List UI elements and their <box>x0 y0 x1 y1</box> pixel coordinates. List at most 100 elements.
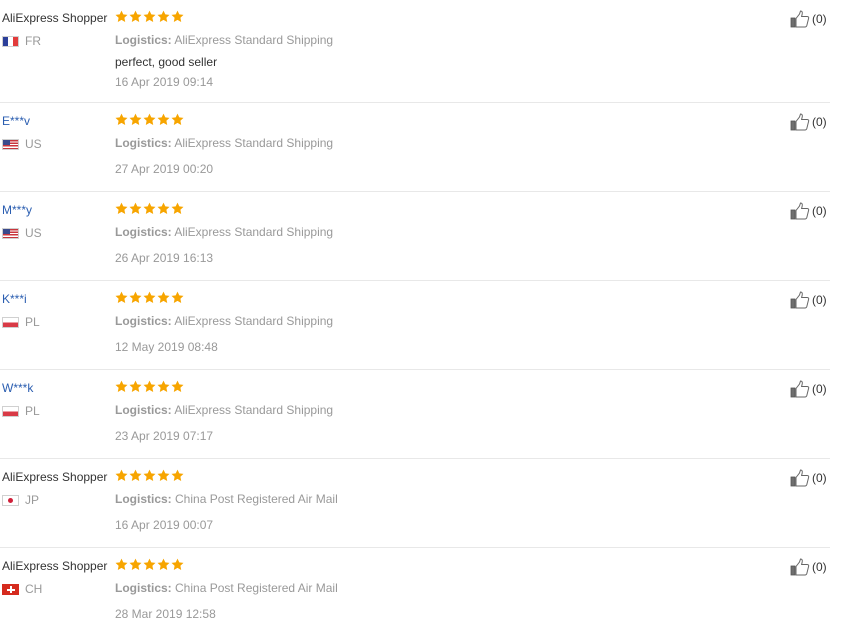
logistics-label: Logistics: <box>115 225 172 239</box>
reviewer-country: PL <box>2 315 40 329</box>
country-flag-icon <box>2 494 19 506</box>
reviewer: AliExpress Shopper <box>2 469 107 485</box>
country-flag-icon <box>2 35 19 47</box>
review-date: 27 Apr 2019 00:20 <box>115 162 214 176</box>
thumbs-up-icon[interactable] <box>790 202 810 220</box>
star-rating <box>115 10 333 24</box>
logistics-method: AliExpress Standard Shipping <box>174 33 334 47</box>
review-date: 12 May 2019 08:48 <box>115 340 218 354</box>
helpful-button[interactable]: (0) <box>790 10 827 28</box>
helpful-button[interactable]: (0) <box>790 291 827 309</box>
country-flag-icon <box>2 227 19 239</box>
country-code: US <box>25 137 42 151</box>
logistics-label: Logistics: <box>115 492 172 506</box>
country-flag-icon <box>2 405 19 417</box>
star-icon <box>171 113 184 125</box>
reviewer: AliExpress Shopper <box>2 10 107 26</box>
review-date: 23 Apr 2019 07:17 <box>115 429 214 443</box>
star-icon <box>157 10 170 22</box>
review-date: 28 Mar 2019 12:58 <box>115 607 216 621</box>
star-icon <box>129 202 142 214</box>
helpful-count[interactable]: (0) <box>812 382 827 396</box>
logistics-method: AliExpress Standard Shipping <box>174 314 334 328</box>
star-rating <box>115 469 338 483</box>
logistics-label: Logistics: <box>115 581 172 595</box>
star-icon <box>171 469 184 481</box>
reviewer-name[interactable]: M***y <box>2 203 32 217</box>
helpful-count[interactable]: (0) <box>812 560 827 574</box>
country-code: CH <box>25 582 43 596</box>
star-icon <box>143 469 156 481</box>
review-item: AliExpress Shopper FR Logistics: AliExpr… <box>0 0 830 103</box>
review-item: AliExpress Shopper JP Logistics: China P… <box>0 459 830 548</box>
star-icon <box>171 558 184 570</box>
helpful-button[interactable]: (0) <box>790 380 827 398</box>
star-rating <box>115 380 333 394</box>
thumbs-up-icon[interactable] <box>790 469 810 487</box>
helpful-count[interactable]: (0) <box>812 115 827 129</box>
reviewer-country: CH <box>2 582 42 596</box>
country-flag-icon <box>2 138 19 150</box>
reviewer: AliExpress Shopper <box>2 558 107 574</box>
star-rating <box>115 202 333 216</box>
star-icon <box>129 113 142 125</box>
star-icon <box>129 10 142 22</box>
logistics-label: Logistics: <box>115 33 172 47</box>
star-icon <box>157 291 170 303</box>
reviewer: W***k <box>2 380 33 396</box>
reviewer-name: AliExpress Shopper <box>2 470 108 484</box>
star-icon <box>171 291 184 303</box>
star-icon <box>129 469 142 481</box>
review-content: Logistics: China Post Registered Air Mai… <box>115 469 338 533</box>
country-code: PL <box>25 404 40 418</box>
review-item: M***y US Logistics: AliExpress Standard … <box>0 192 830 281</box>
star-icon <box>171 10 184 22</box>
thumbs-up-icon[interactable] <box>790 113 810 131</box>
logistics-label: Logistics: <box>115 403 172 417</box>
logistics-method: China Post Registered Air Mail <box>175 492 338 506</box>
helpful-button[interactable]: (0) <box>790 202 827 220</box>
review-content: Logistics: AliExpress Standard Shipping … <box>115 202 333 266</box>
reviewer-name[interactable]: K***i <box>2 292 27 306</box>
country-flag-icon <box>2 316 19 328</box>
review-comment: perfect, good seller <box>115 55 218 69</box>
thumbs-up-icon[interactable] <box>790 291 810 309</box>
helpful-count[interactable]: (0) <box>812 471 827 485</box>
review-date: 26 Apr 2019 16:13 <box>115 251 214 265</box>
reviewer-country: US <box>2 226 42 240</box>
reviewer-country: FR <box>2 34 41 48</box>
logistics-method: AliExpress Standard Shipping <box>174 225 334 239</box>
star-rating <box>115 558 338 572</box>
thumbs-up-icon[interactable] <box>790 10 810 28</box>
thumbs-up-icon[interactable] <box>790 558 810 576</box>
star-icon <box>171 380 184 392</box>
star-icon <box>157 558 170 570</box>
star-icon <box>143 10 156 22</box>
helpful-button[interactable]: (0) <box>790 113 827 131</box>
logistics-info: Logistics: AliExpress Standard Shipping <box>115 32 333 48</box>
star-icon <box>157 380 170 392</box>
star-icon <box>115 202 128 214</box>
logistics-method: China Post Registered Air Mail <box>175 581 338 595</box>
logistics-info: Logistics: China Post Registered Air Mai… <box>115 491 338 507</box>
star-icon <box>115 10 128 22</box>
review-item: AliExpress Shopper CH Logistics: China P… <box>0 548 830 637</box>
helpful-count[interactable]: (0) <box>812 12 827 26</box>
reviewer-name[interactable]: E***v <box>2 114 30 128</box>
helpful-count[interactable]: (0) <box>812 293 827 307</box>
star-icon <box>157 113 170 125</box>
logistics-method: AliExpress Standard Shipping <box>174 136 334 150</box>
reviewer-name[interactable]: W***k <box>2 381 33 395</box>
helpful-button[interactable]: (0) <box>790 558 827 576</box>
review-item: K***i PL Logistics: AliExpress Standard … <box>0 281 830 370</box>
country-code: US <box>25 226 42 240</box>
logistics-info: Logistics: AliExpress Standard Shipping <box>115 402 333 418</box>
country-code: JP <box>25 493 40 507</box>
thumbs-up-icon[interactable] <box>790 380 810 398</box>
review-date: 16 Apr 2019 00:07 <box>115 518 214 532</box>
star-icon <box>143 113 156 125</box>
helpful-button[interactable]: (0) <box>790 469 827 487</box>
helpful-count[interactable]: (0) <box>812 204 827 218</box>
reviewer-name: AliExpress Shopper <box>2 559 108 573</box>
star-icon <box>171 202 184 214</box>
